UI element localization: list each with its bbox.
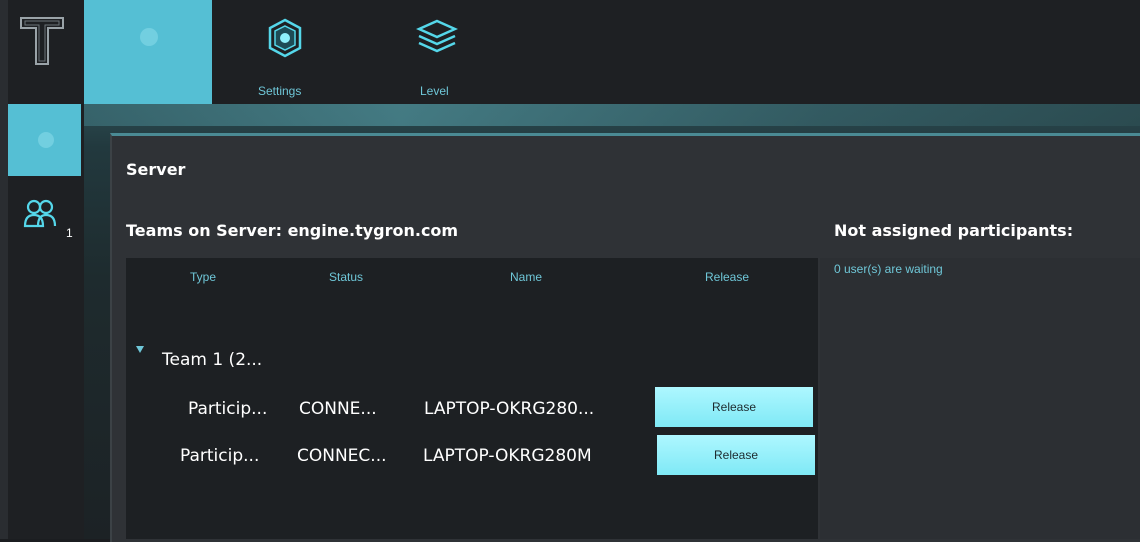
waiting-text: 0 user(s) are waiting: [834, 262, 943, 276]
release-button-row-2[interactable]: Release: [657, 435, 815, 475]
teams-on-server-label: Teams on Server: engine.tygron.com: [126, 221, 459, 240]
column-header-name[interactable]: Name: [510, 270, 542, 284]
level-label[interactable]: Level: [420, 84, 449, 98]
row-2-status: CONNEC...: [297, 446, 387, 466]
row-1-type: Particip...: [188, 399, 268, 419]
row-1-name: LAPTOP-OKRG280...: [424, 399, 595, 419]
settings-hexagon-icon[interactable]: [268, 18, 302, 58]
settings-label[interactable]: Settings: [258, 84, 318, 98]
tygron-logo-icon[interactable]: [17, 14, 67, 68]
column-header-status[interactable]: Status: [329, 270, 363, 284]
team-row[interactable]: Team 1 (2...: [162, 350, 262, 370]
users-count-badge: 1: [66, 226, 73, 240]
users-icon[interactable]: [22, 198, 58, 232]
top-bar: [84, 0, 1140, 104]
column-header-release[interactable]: Release: [705, 270, 749, 284]
release-button-row-1[interactable]: Release: [655, 387, 813, 427]
column-header-type[interactable]: Type: [190, 270, 216, 284]
active-glow-icon: [38, 132, 54, 148]
not-assigned-list: [820, 258, 1140, 539]
expand-triangle-icon[interactable]: [136, 346, 144, 353]
not-assigned-label: Not assigned participants:: [834, 221, 1074, 240]
rail-edge: [0, 0, 8, 539]
row-1-status: CONNE...: [299, 399, 377, 419]
header-stripe: [84, 104, 1140, 126]
active-glow-icon: [140, 28, 158, 46]
level-layers-icon[interactable]: [415, 18, 459, 56]
sidebar-active-item[interactable]: [8, 104, 81, 176]
top-active-button[interactable]: [84, 0, 212, 104]
row-2-type: Particip...: [180, 446, 260, 466]
left-rail: [0, 0, 84, 539]
row-2-name: LAPTOP-OKRG280M: [423, 446, 592, 466]
panel-title: Server: [126, 160, 186, 179]
